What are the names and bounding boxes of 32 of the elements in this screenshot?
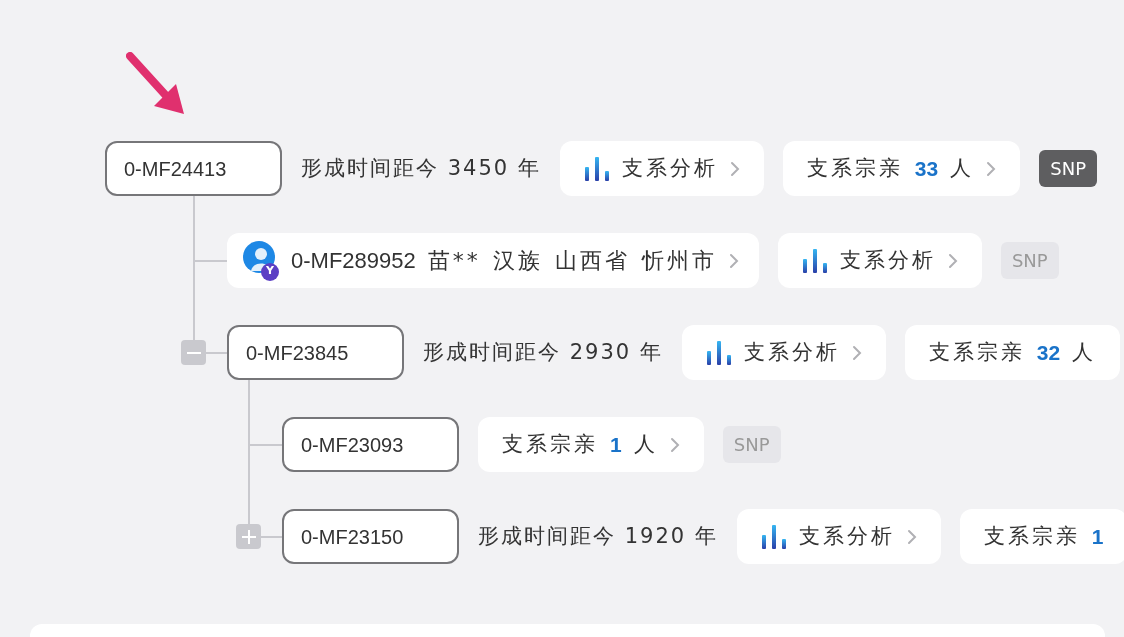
collapse-button[interactable] [181,340,206,365]
person-info-text: 苗** [427,247,481,275]
haplogroup-node[interactable]: 0-MF23150 [282,509,459,564]
branch-analysis-button[interactable]: 支系分析 [559,141,764,196]
branch-analysis-button[interactable]: 支系分析 [681,325,886,380]
bar-chart-icon [760,524,787,549]
person-info-text: 0-MF289952 [291,247,416,275]
minus-icon [186,351,201,354]
person-info-text: 山西省 [554,247,630,275]
snp-button[interactable]: SNP [1039,150,1098,187]
person-info-text: 忻州市 [641,247,717,275]
person-card[interactable]: Y 0-MF289952 苗** 汉族 山西省 忻州市 [227,233,759,288]
branch-analysis-button[interactable]: 支系分析 [777,233,982,288]
formation-time-text: 形成时间距今 2930 年 [423,338,663,366]
haplogroup-node[interactable]: 0-MF23093 [282,417,459,472]
clan-relatives-button[interactable]: 支系宗亲 33 人 [782,141,1021,196]
clan-relatives-button[interactable]: 支系宗亲 1 [959,509,1124,564]
formation-time-text: 形成时间距今 1920 年 [478,522,718,550]
haplogroup-node[interactable]: 0-MF24413 [105,141,282,196]
clan-relatives-button[interactable]: 支系宗亲 1 人 [478,417,704,472]
bar-chart-icon [583,156,610,181]
clan-relatives-button[interactable]: 支系宗亲 32 人 [904,325,1121,380]
bar-chart-icon [801,248,828,273]
expand-button[interactable] [236,524,261,549]
plus-icon [241,529,256,544]
branch-analysis-button[interactable]: 支系分析 [736,509,941,564]
arrow-icon [126,52,186,116]
haplogroup-node[interactable]: 0-MF23845 [227,325,404,380]
chevron-icon [728,252,739,269]
bar-chart-icon [705,340,732,365]
person-info-text: 汉族 [492,247,543,275]
formation-time-text: 形成时间距今 3450 年 [301,154,541,182]
